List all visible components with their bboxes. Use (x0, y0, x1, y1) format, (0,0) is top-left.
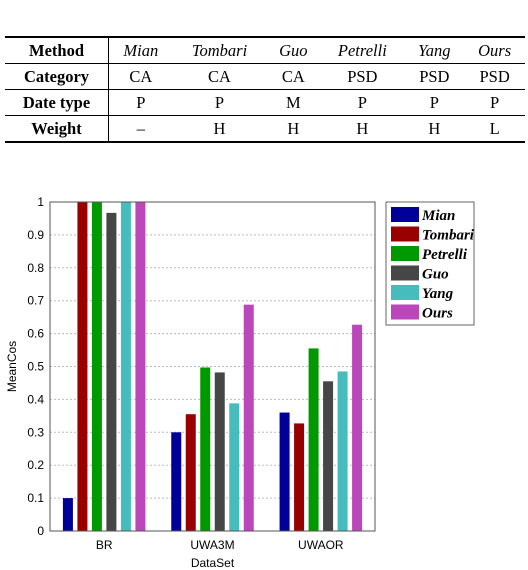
bar-mian-uwa3m (171, 432, 182, 531)
x-tick-label: UWAOR (298, 538, 344, 552)
bar-yang-br (120, 202, 131, 531)
table-cell: – (108, 115, 173, 143)
legend-label: Yang (422, 286, 454, 302)
y-tick-label: 0.5 (27, 360, 44, 374)
bar-yang-uwaor (337, 371, 348, 531)
legend-swatch (391, 285, 419, 300)
legend-swatch (391, 304, 419, 320)
bar-ours-br (135, 202, 146, 531)
bars (62, 202, 363, 531)
y-axis-label: MeanCos (5, 341, 19, 392)
bar-mian-uwaor (279, 412, 290, 531)
y-tick-label: 0.9 (27, 228, 44, 242)
row-header: Weight (5, 115, 109, 143)
table-cell: H (404, 115, 465, 143)
table-cell: CA (266, 63, 321, 90)
method-cell: Ours (464, 36, 525, 64)
y-tick-label: 0.7 (27, 294, 44, 308)
table-cell: P (404, 89, 465, 116)
row-header: Date type (5, 89, 109, 116)
table-row: Category CA CA CA PSD PSD PSD (5, 63, 525, 90)
table-cell: H (320, 115, 405, 143)
bar-tombari-uwa3m (185, 414, 196, 531)
table-cell: CA (108, 63, 173, 90)
y-tick-label: 0.1 (27, 491, 44, 505)
table-cell: P (464, 89, 525, 116)
bar-ours-uwaor (352, 324, 363, 531)
table-header-row: Method Mian Tombari Guo Petrelli Yang Ou… (5, 36, 525, 64)
bar-guo-br (106, 212, 117, 531)
x-tick-label: BR (96, 538, 113, 552)
legend-swatch (391, 207, 419, 222)
y-tick-label: 1 (37, 195, 44, 209)
method-cell: Yang (404, 36, 465, 64)
table-cell: P (320, 89, 405, 116)
x-tick-label: UWA3M (190, 538, 234, 552)
y-tick-label: 0.6 (27, 327, 44, 341)
table-cell: H (266, 115, 321, 143)
y-tick-label: 0 (37, 524, 44, 538)
y-tick-label: 0.4 (27, 392, 44, 406)
bar-yang-uwa3m (229, 403, 240, 531)
legend-label: Tombari (422, 228, 475, 244)
table-cell: M (266, 89, 321, 116)
table-cell: P (108, 89, 173, 116)
method-cell: Petrelli (320, 36, 405, 64)
table-row: Weight – H H H H L (5, 115, 525, 143)
method-cell: Mian (108, 36, 173, 64)
x-tick-labels: BR UWA3M UWAOR (96, 538, 344, 552)
bar-ours-uwa3m (243, 304, 254, 531)
table-cell: PSD (404, 63, 465, 90)
table-cell: P (172, 89, 267, 116)
truncated-text-fragment (0, 0, 528, 8)
row-header: Category (5, 63, 109, 90)
legend-label: Guo (422, 267, 449, 283)
table-cell: H (172, 115, 267, 143)
legend-swatch (391, 265, 419, 281)
legend-swatch (391, 246, 419, 261)
row-header: Method (5, 36, 109, 64)
bar-guo-uwaor (323, 381, 334, 531)
bar-chart: 0 0.1 0.2 0.3 0.4 0.5 0.6 0.7 0.8 0.9 1 BR UWA3M UWA… (5, 195, 475, 570)
bar-tombari-br (77, 202, 88, 531)
table-cell: PSD (464, 63, 525, 90)
legend-swatch (391, 226, 419, 242)
x-axis-label: DataSet (191, 556, 235, 570)
table-row: Date type P P M P P P (5, 89, 525, 116)
bar-guo-uwa3m (214, 372, 225, 531)
bar-petrelli-uwa3m (200, 367, 211, 531)
bar-mian-br (62, 498, 73, 531)
bar-petrelli-uwaor (308, 348, 319, 531)
legend-label: Mian (421, 208, 455, 224)
y-tick-labels: 0 0.1 0.2 0.3 0.4 0.5 0.6 0.7 0.8 0.9 1 (27, 195, 44, 538)
method-cell: Guo (266, 36, 321, 64)
y-tick-label: 0.2 (27, 458, 44, 472)
legend: Mian Tombari Petrelli Guo Yang Ours (385, 201, 475, 326)
legend-label: Ours (422, 306, 453, 322)
y-tick-label: 0.8 (27, 261, 44, 275)
bar-petrelli-br (91, 202, 102, 531)
method-cell: Tombari (172, 36, 267, 64)
bar-tombari-uwaor (294, 423, 305, 531)
table-cell: PSD (320, 63, 405, 90)
method-comparison-table: Method Mian Tombari Guo Petrelli Yang Ou… (5, 36, 525, 143)
legend-label: Petrelli (422, 247, 468, 263)
table-cell: L (464, 115, 525, 143)
y-tick-label: 0.3 (27, 425, 44, 439)
table-cell: CA (172, 63, 267, 90)
